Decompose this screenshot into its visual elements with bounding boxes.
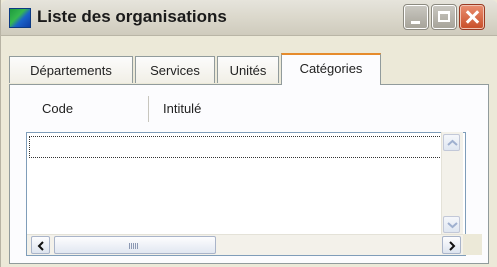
tab-services[interactable]: Services xyxy=(135,56,215,83)
window: Liste des organisations Départements Ser… xyxy=(0,0,497,267)
chevron-right-icon xyxy=(449,241,456,251)
close-icon xyxy=(461,6,483,28)
maximize-button[interactable] xyxy=(431,4,457,30)
chevron-down-icon xyxy=(447,222,458,229)
scroll-up-button[interactable] xyxy=(443,134,460,151)
column-header-intitule[interactable]: Intitulé xyxy=(163,101,201,116)
tab-strip: Départements Services Unités Catégories xyxy=(1,53,497,85)
title-bar[interactable]: Liste des organisations xyxy=(1,0,497,36)
close-button[interactable] xyxy=(459,4,485,30)
column-separator[interactable] xyxy=(148,96,149,122)
chevron-up-icon xyxy=(447,139,458,146)
tab-departements[interactable]: Départements xyxy=(9,56,133,83)
tab-categories[interactable]: Catégories xyxy=(281,53,381,85)
maximize-icon xyxy=(438,11,450,22)
window-title: Liste des organisations xyxy=(37,7,227,26)
chevron-left-icon xyxy=(37,241,44,251)
tab-unites[interactable]: Unités xyxy=(217,56,279,83)
scroll-left-button[interactable] xyxy=(31,236,50,254)
minimize-icon xyxy=(411,21,420,24)
app-icon xyxy=(9,8,31,28)
horizontal-scroll-thumb[interactable] xyxy=(54,236,216,254)
column-header-code[interactable]: Code xyxy=(42,101,73,116)
scroll-right-button[interactable] xyxy=(442,236,461,254)
minimize-button[interactable] xyxy=(403,4,429,30)
scroll-down-button[interactable] xyxy=(443,216,460,233)
list-row-focused[interactable] xyxy=(29,136,462,158)
grip-icon xyxy=(129,243,139,249)
scrollbar-corner xyxy=(463,234,482,255)
